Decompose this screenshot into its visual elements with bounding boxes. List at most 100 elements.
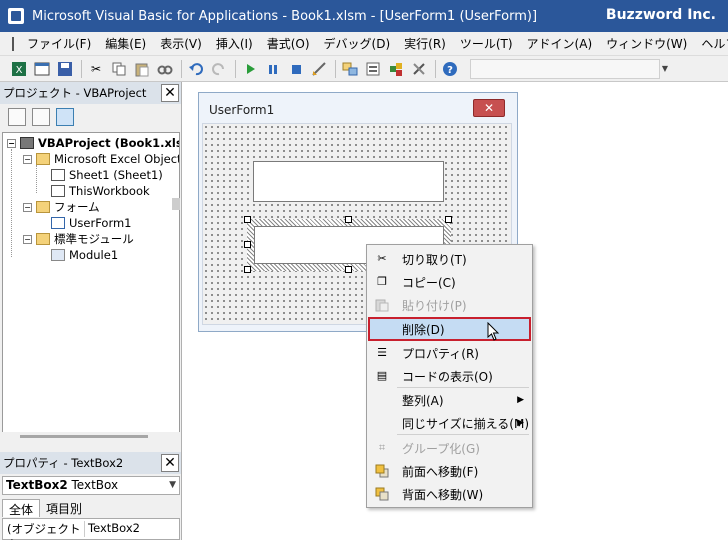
tree-item-module1[interactable]: Module1 xyxy=(51,247,118,263)
redo-icon[interactable] xyxy=(210,60,228,78)
close-icon[interactable]: ✕ xyxy=(161,84,179,102)
menu-debug[interactable]: デバッグ(D) xyxy=(317,35,398,52)
object-browser-icon[interactable] xyxy=(387,60,405,78)
menu-item-cut[interactable]: ✂ 切り取り(T) xyxy=(369,248,530,270)
menu-item-properties[interactable]: ☰ プロパティ(R) xyxy=(369,342,530,364)
menu-window[interactable]: ウィンドウ(W) xyxy=(599,35,694,52)
object-selector[interactable]: TextBox2 TextBox ▼ xyxy=(2,476,180,495)
property-value[interactable]: TextBox2 xyxy=(85,521,140,537)
toolbar-separator xyxy=(335,59,336,78)
toolbar-separator xyxy=(81,59,82,78)
project-explorer-icon[interactable] xyxy=(341,60,359,78)
menu-file[interactable]: ファイル(F) xyxy=(20,35,98,52)
insert-userform-icon[interactable] xyxy=(33,60,51,78)
run-icon[interactable] xyxy=(241,60,259,78)
sheet-icon xyxy=(51,169,65,181)
menu-item-group[interactable]: ⌗ グループ化(G) xyxy=(369,437,530,459)
help-icon[interactable]: ? xyxy=(441,60,459,78)
project-icon xyxy=(20,137,34,149)
excel-icon[interactable]: X xyxy=(10,60,28,78)
tree-guide xyxy=(36,165,37,193)
tree-item-excel-objects[interactable]: − Microsoft Excel Objects xyxy=(23,151,179,167)
menu-item-label: 切り取り(T) xyxy=(402,252,467,267)
folder-icon xyxy=(36,233,50,245)
design-mode-icon[interactable] xyxy=(310,60,328,78)
cut-icon[interactable]: ✂ xyxy=(87,60,105,78)
collapse-icon[interactable]: − xyxy=(23,202,32,212)
menu-addins[interactable]: アドイン(A) xyxy=(520,35,600,52)
toolbox-icon[interactable] xyxy=(410,60,428,78)
toggle-folders-icon[interactable] xyxy=(56,108,74,126)
menu-item-label: プロパティ(R) xyxy=(402,346,479,361)
tree-item-label: ThisWorkbook xyxy=(69,184,150,198)
tab-categorized[interactable]: 項目別 xyxy=(40,499,88,517)
save-icon[interactable] xyxy=(56,60,74,78)
properties-title: プロパティ - TextBox2 xyxy=(3,456,124,470)
collapse-icon[interactable]: − xyxy=(23,234,32,244)
menu-item-send-to-back[interactable]: 背面へ移動(W) xyxy=(369,483,530,505)
resize-handle[interactable] xyxy=(244,241,251,248)
tree-item-thisworkbook[interactable]: ThisWorkbook xyxy=(51,183,150,199)
menu-item-copy[interactable]: ❐ コピー(C) xyxy=(369,271,530,293)
menu-item-label: コピー(C) xyxy=(402,275,456,290)
resize-handle[interactable] xyxy=(244,266,251,273)
menu-item-paste[interactable]: 貼り付け(P) xyxy=(369,294,530,316)
resize-handle[interactable] xyxy=(345,216,352,223)
paste-icon[interactable] xyxy=(133,60,151,78)
chevron-down-icon[interactable]: ▼ xyxy=(169,477,176,494)
menu-item-label: 背面へ移動(W) xyxy=(402,487,484,502)
window-menu-icon[interactable] xyxy=(12,36,14,51)
tree-item-modules[interactable]: − 標準モジュール xyxy=(23,231,134,247)
close-icon[interactable]: ✕ xyxy=(161,454,179,472)
menu-item-delete[interactable]: 削除(D) xyxy=(368,317,531,341)
undo-icon[interactable] xyxy=(187,60,205,78)
find-icon[interactable] xyxy=(156,60,174,78)
menu-item-label: 前面へ移動(F) xyxy=(402,464,479,479)
tree-scroll-arrow[interactable] xyxy=(172,198,180,210)
close-icon[interactable]: ✕ xyxy=(473,99,505,117)
menu-tools[interactable]: ツール(T) xyxy=(453,35,520,52)
properties-icon: ☰ xyxy=(377,346,387,359)
tree-horizontal-scrollbar[interactable] xyxy=(2,432,180,442)
title-bar: Microsoft Visual Basic for Applications … xyxy=(0,0,728,32)
tree-item-label: VBAProject (Book1.xlsm) xyxy=(38,136,179,150)
menu-help[interactable]: ヘルプ(H) xyxy=(694,35,728,52)
menu-item-make-same-size[interactable]: 同じサイズに揃える(M) ▶ xyxy=(369,412,530,434)
menu-item-bring-to-front[interactable]: 前面へ移動(F) xyxy=(369,460,530,482)
menu-item-label: 整列(A) xyxy=(402,393,444,408)
tree-item-userform1[interactable]: UserForm1 xyxy=(51,215,132,231)
view-code-icon[interactable] xyxy=(8,108,26,126)
tree-item-forms[interactable]: − フォーム xyxy=(23,199,100,215)
reset-icon[interactable] xyxy=(287,60,305,78)
textbox1-control[interactable] xyxy=(253,161,444,202)
menu-format[interactable]: 書式(O) xyxy=(260,35,317,52)
menu-item-view-code[interactable]: ▤ コードの表示(O) xyxy=(369,365,530,387)
toolbar-separator xyxy=(235,59,236,78)
properties-header: プロパティ - TextBox2 ✕ xyxy=(0,452,181,474)
menu-view[interactable]: 表示(V) xyxy=(153,35,209,52)
resize-handle[interactable] xyxy=(345,266,352,273)
toolbar-position-box xyxy=(470,59,660,79)
resize-handle[interactable] xyxy=(244,216,251,223)
project-explorer-header: プロジェクト - VBAProject ✕ xyxy=(0,82,181,104)
view-object-icon[interactable] xyxy=(32,108,50,126)
break-icon[interactable] xyxy=(264,60,282,78)
menu-edit[interactable]: 編集(E) xyxy=(98,35,153,52)
resize-handle[interactable] xyxy=(445,216,452,223)
collapse-icon[interactable]: − xyxy=(7,138,16,148)
properties-icon[interactable] xyxy=(364,60,382,78)
toolbar-overflow-icon[interactable]: ▼ xyxy=(660,59,670,79)
brand-label: Buzzword Inc. xyxy=(605,7,716,23)
bring-to-front-icon xyxy=(375,464,389,478)
folder-icon xyxy=(36,201,50,213)
collapse-icon[interactable]: − xyxy=(23,154,32,164)
copy-icon[interactable] xyxy=(110,60,128,78)
tab-alphabetic[interactable]: 全体 xyxy=(2,499,41,517)
tree-item-sheet1[interactable]: Sheet1 (Sheet1) xyxy=(51,167,163,183)
menu-item-label: 貼り付け(P) xyxy=(402,298,467,313)
property-row[interactable]: (オブジェクト名) TextBox2 xyxy=(3,521,179,540)
tree-item-vbaproject[interactable]: − VBAProject (Book1.xlsm) xyxy=(7,135,179,151)
menu-insert[interactable]: 挿入(I) xyxy=(209,35,260,52)
menu-run[interactable]: 実行(R) xyxy=(397,35,453,52)
menu-item-align[interactable]: 整列(A) ▶ xyxy=(369,389,530,411)
